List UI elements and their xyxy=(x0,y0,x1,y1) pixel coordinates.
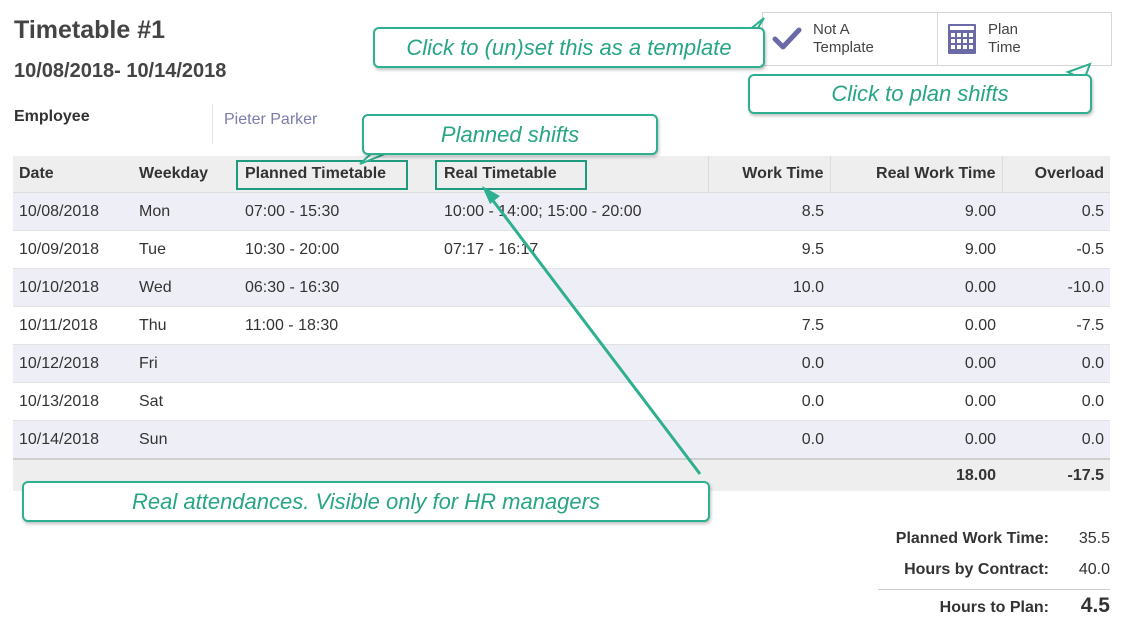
hours-by-contract-label: Hours by Contract: xyxy=(904,561,1049,578)
plan-callout: Click to plan shifts xyxy=(748,74,1092,114)
cell-overload: -10.0 xyxy=(1002,268,1110,307)
table-row[interactable]: 10/08/2018 Mon 07:00 - 15:30 10:00 - 14:… xyxy=(13,192,1110,231)
table-row[interactable]: 10/14/2018 Sun 0.0 0.00 0.0 xyxy=(13,420,1110,459)
col-work-time[interactable]: Work Time xyxy=(707,156,830,193)
cell-overload: 0.5 xyxy=(1002,192,1110,231)
cell-real xyxy=(438,344,708,383)
cell-overload: 0.0 xyxy=(1002,382,1110,421)
cell-real xyxy=(438,306,708,345)
employee-label: Employee xyxy=(14,108,90,125)
cell-planned: 07:00 - 15:30 xyxy=(239,192,438,231)
table-row[interactable]: 10/12/2018 Fri 0.0 0.00 0.0 xyxy=(13,344,1110,383)
cell-real-work-time: 0.00 xyxy=(830,344,1002,383)
cell-overload: 0.0 xyxy=(1002,344,1110,383)
col-weekday[interactable]: Weekday xyxy=(133,156,239,193)
plan-button-label: Plan Time xyxy=(988,21,1021,56)
col-real-timetable[interactable]: Real Timetable xyxy=(438,156,708,193)
cell-work-time: 0.0 xyxy=(708,420,830,459)
cell-real xyxy=(438,420,708,459)
employee-separator xyxy=(212,104,213,144)
cell-work-time: 0.0 xyxy=(708,382,830,421)
cell-date: 10/11/2018 xyxy=(13,306,133,345)
cell-overload: -0.5 xyxy=(1002,230,1110,269)
cell-date: 10/12/2018 xyxy=(13,344,133,383)
page-title: Timetable #1 xyxy=(14,16,166,44)
cell-planned: 10:30 - 20:00 xyxy=(239,230,438,269)
cell-work-time: 9.5 xyxy=(708,230,830,269)
cell-planned xyxy=(239,382,438,421)
cell-date: 10/14/2018 xyxy=(13,420,133,459)
cell-weekday: Tue xyxy=(133,230,239,269)
cell-weekday: Sat xyxy=(133,382,239,421)
col-overload[interactable]: Overload xyxy=(1001,156,1110,193)
table-row[interactable]: 10/10/2018 Wed 06:30 - 16:30 10.0 0.00 -… xyxy=(13,268,1110,307)
cell-work-time: 8.5 xyxy=(708,192,830,231)
cell-real-work-time: 0.00 xyxy=(830,268,1002,307)
cell-date: 10/13/2018 xyxy=(13,382,133,421)
cell-real-work-time: 0.00 xyxy=(830,306,1002,345)
planned-work-time-value: 35.5 xyxy=(1078,530,1110,547)
cell-weekday: Sun xyxy=(133,420,239,459)
timetable-table: Date Weekday Planned Timetable Real Time… xyxy=(13,156,1110,491)
cell-planned xyxy=(239,420,438,459)
template-button-label: Not A Template xyxy=(813,21,874,56)
col-date[interactable]: Date xyxy=(13,156,133,193)
summary-divider xyxy=(878,589,1110,590)
cell-date: 10/09/2018 xyxy=(13,230,133,269)
cell-overload: -7.5 xyxy=(1002,306,1110,345)
planned-work-time-label: Planned Work Time: xyxy=(895,530,1049,547)
cell-real xyxy=(438,268,708,307)
real-attendance-callout: Real attendances. Visible only for HR ma… xyxy=(22,481,710,522)
table-header-row: Date Weekday Planned Timetable Real Time… xyxy=(13,156,1110,193)
table-row[interactable]: 10/11/2018 Thu 11:00 - 18:30 7.5 0.00 -7… xyxy=(13,306,1110,345)
cell-overload: 0.0 xyxy=(1002,420,1110,459)
cell-weekday: Mon xyxy=(133,192,239,231)
date-range: 10/08/2018- 10/14/2018 xyxy=(14,60,227,82)
total-real-work-time: 18.00 xyxy=(830,458,1002,491)
template-callout: Click to (un)set this as a template xyxy=(373,27,765,68)
col-planned-timetable[interactable]: Planned Timetable xyxy=(239,156,438,193)
col-real-work-time[interactable]: Real Work Time xyxy=(829,156,1002,193)
cell-planned: 11:00 - 18:30 xyxy=(239,306,438,345)
cell-weekday: Fri xyxy=(133,344,239,383)
hours-by-contract-value: 40.0 xyxy=(1078,561,1110,578)
cell-real: 07:17 - 16:17 xyxy=(438,230,708,269)
cell-work-time: 10.0 xyxy=(708,268,830,307)
cell-planned xyxy=(239,344,438,383)
hours-to-plan-label: Hours to Plan: xyxy=(939,599,1049,616)
planned-shifts-callout: Planned shifts xyxy=(362,114,658,155)
plan-time-button[interactable]: Plan Time xyxy=(938,13,1111,65)
cell-date: 10/08/2018 xyxy=(13,192,133,231)
cell-work-time: 0.0 xyxy=(708,344,830,383)
cell-real-work-time: 0.00 xyxy=(830,420,1002,459)
cell-real-work-time: 9.00 xyxy=(830,192,1002,231)
cell-date: 10/10/2018 xyxy=(13,268,133,307)
calendar-icon xyxy=(946,23,978,55)
cell-real-work-time: 9.00 xyxy=(830,230,1002,269)
total-overload: -17.5 xyxy=(1002,458,1110,491)
template-toggle-button[interactable]: Not A Template xyxy=(763,13,938,65)
table-row[interactable]: 10/13/2018 Sat 0.0 0.00 0.0 xyxy=(13,382,1110,421)
table-row[interactable]: 10/09/2018 Tue 10:30 - 20:00 07:17 - 16:… xyxy=(13,230,1110,269)
cell-real: 10:00 - 14:00; 15:00 - 20:00 xyxy=(438,192,708,231)
cell-weekday: Wed xyxy=(133,268,239,307)
action-buttons: Not A Template Plan Time xyxy=(762,12,1112,66)
cell-work-time: 7.5 xyxy=(708,306,830,345)
cell-real xyxy=(438,382,708,421)
cell-weekday: Thu xyxy=(133,306,239,345)
hours-to-plan-value: 4.5 xyxy=(1080,594,1110,617)
checkmark-icon xyxy=(771,23,803,55)
employee-link[interactable]: Pieter Parker xyxy=(224,111,317,129)
cell-real-work-time: 0.00 xyxy=(830,382,1002,421)
cell-planned: 06:30 - 16:30 xyxy=(239,268,438,307)
